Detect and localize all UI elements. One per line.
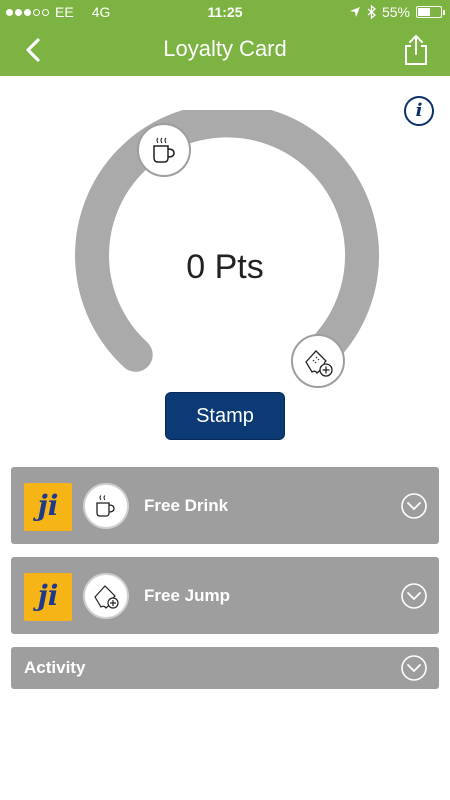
reward-free-jump[interactable]: ji Free Jump: [11, 557, 439, 634]
location-arrow-icon: [349, 7, 360, 17]
chevron-down-icon[interactable]: [401, 493, 427, 519]
gauge-track: [75, 110, 379, 372]
reward-label: Free Drink: [144, 496, 229, 515]
activity-label: Activity: [24, 658, 86, 677]
stamp-button[interactable]: Stamp: [165, 392, 285, 440]
brand-logo: ji: [24, 483, 72, 531]
info-button[interactable]: i: [404, 96, 434, 126]
coffee-cup-icon: [96, 495, 115, 517]
status-right: 55%: [349, 4, 445, 20]
page-title: Loyalty Card: [163, 36, 287, 61]
reward-icon-circle: [83, 573, 129, 619]
brand-logo: ji: [24, 573, 72, 621]
ticket-plus-icon: [94, 585, 119, 609]
chevron-down-icon[interactable]: [401, 583, 427, 609]
share-button[interactable]: [402, 34, 430, 66]
points-value: 0 Pts: [186, 248, 264, 286]
nav-bar: Loyalty Card: [0, 24, 450, 76]
reward-icon-circle: [83, 483, 129, 529]
activity-section[interactable]: Activity: [11, 647, 439, 689]
battery-percent: 55%: [381, 4, 410, 20]
bluetooth-icon: [367, 5, 376, 19]
reward-free-drink[interactable]: ji Free Drink: [11, 467, 439, 544]
gauge-start-marker: [137, 123, 191, 177]
status-bar: EE 4G 11:25 55%: [0, 0, 450, 24]
battery-icon: [416, 6, 445, 18]
gauge-end-marker: [291, 334, 345, 388]
chevron-down-icon[interactable]: [401, 655, 427, 681]
reward-label: Free Jump: [144, 586, 230, 605]
